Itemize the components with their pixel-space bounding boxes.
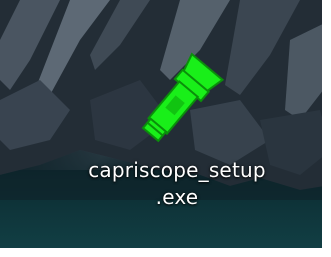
shortcut-label: capriscope_setup .exe <box>72 157 282 211</box>
bottom-border <box>0 248 331 257</box>
desktop-shortcut-capriscope-setup[interactable]: capriscope_setup .exe <box>72 40 282 220</box>
shortcut-label-line1: capriscope_setup <box>88 158 266 182</box>
desktop-background: capriscope_setup .exe <box>0 0 331 257</box>
shortcut-label-line2: .exe <box>155 185 199 209</box>
right-border <box>322 0 331 257</box>
flashlight-icon <box>141 52 225 143</box>
